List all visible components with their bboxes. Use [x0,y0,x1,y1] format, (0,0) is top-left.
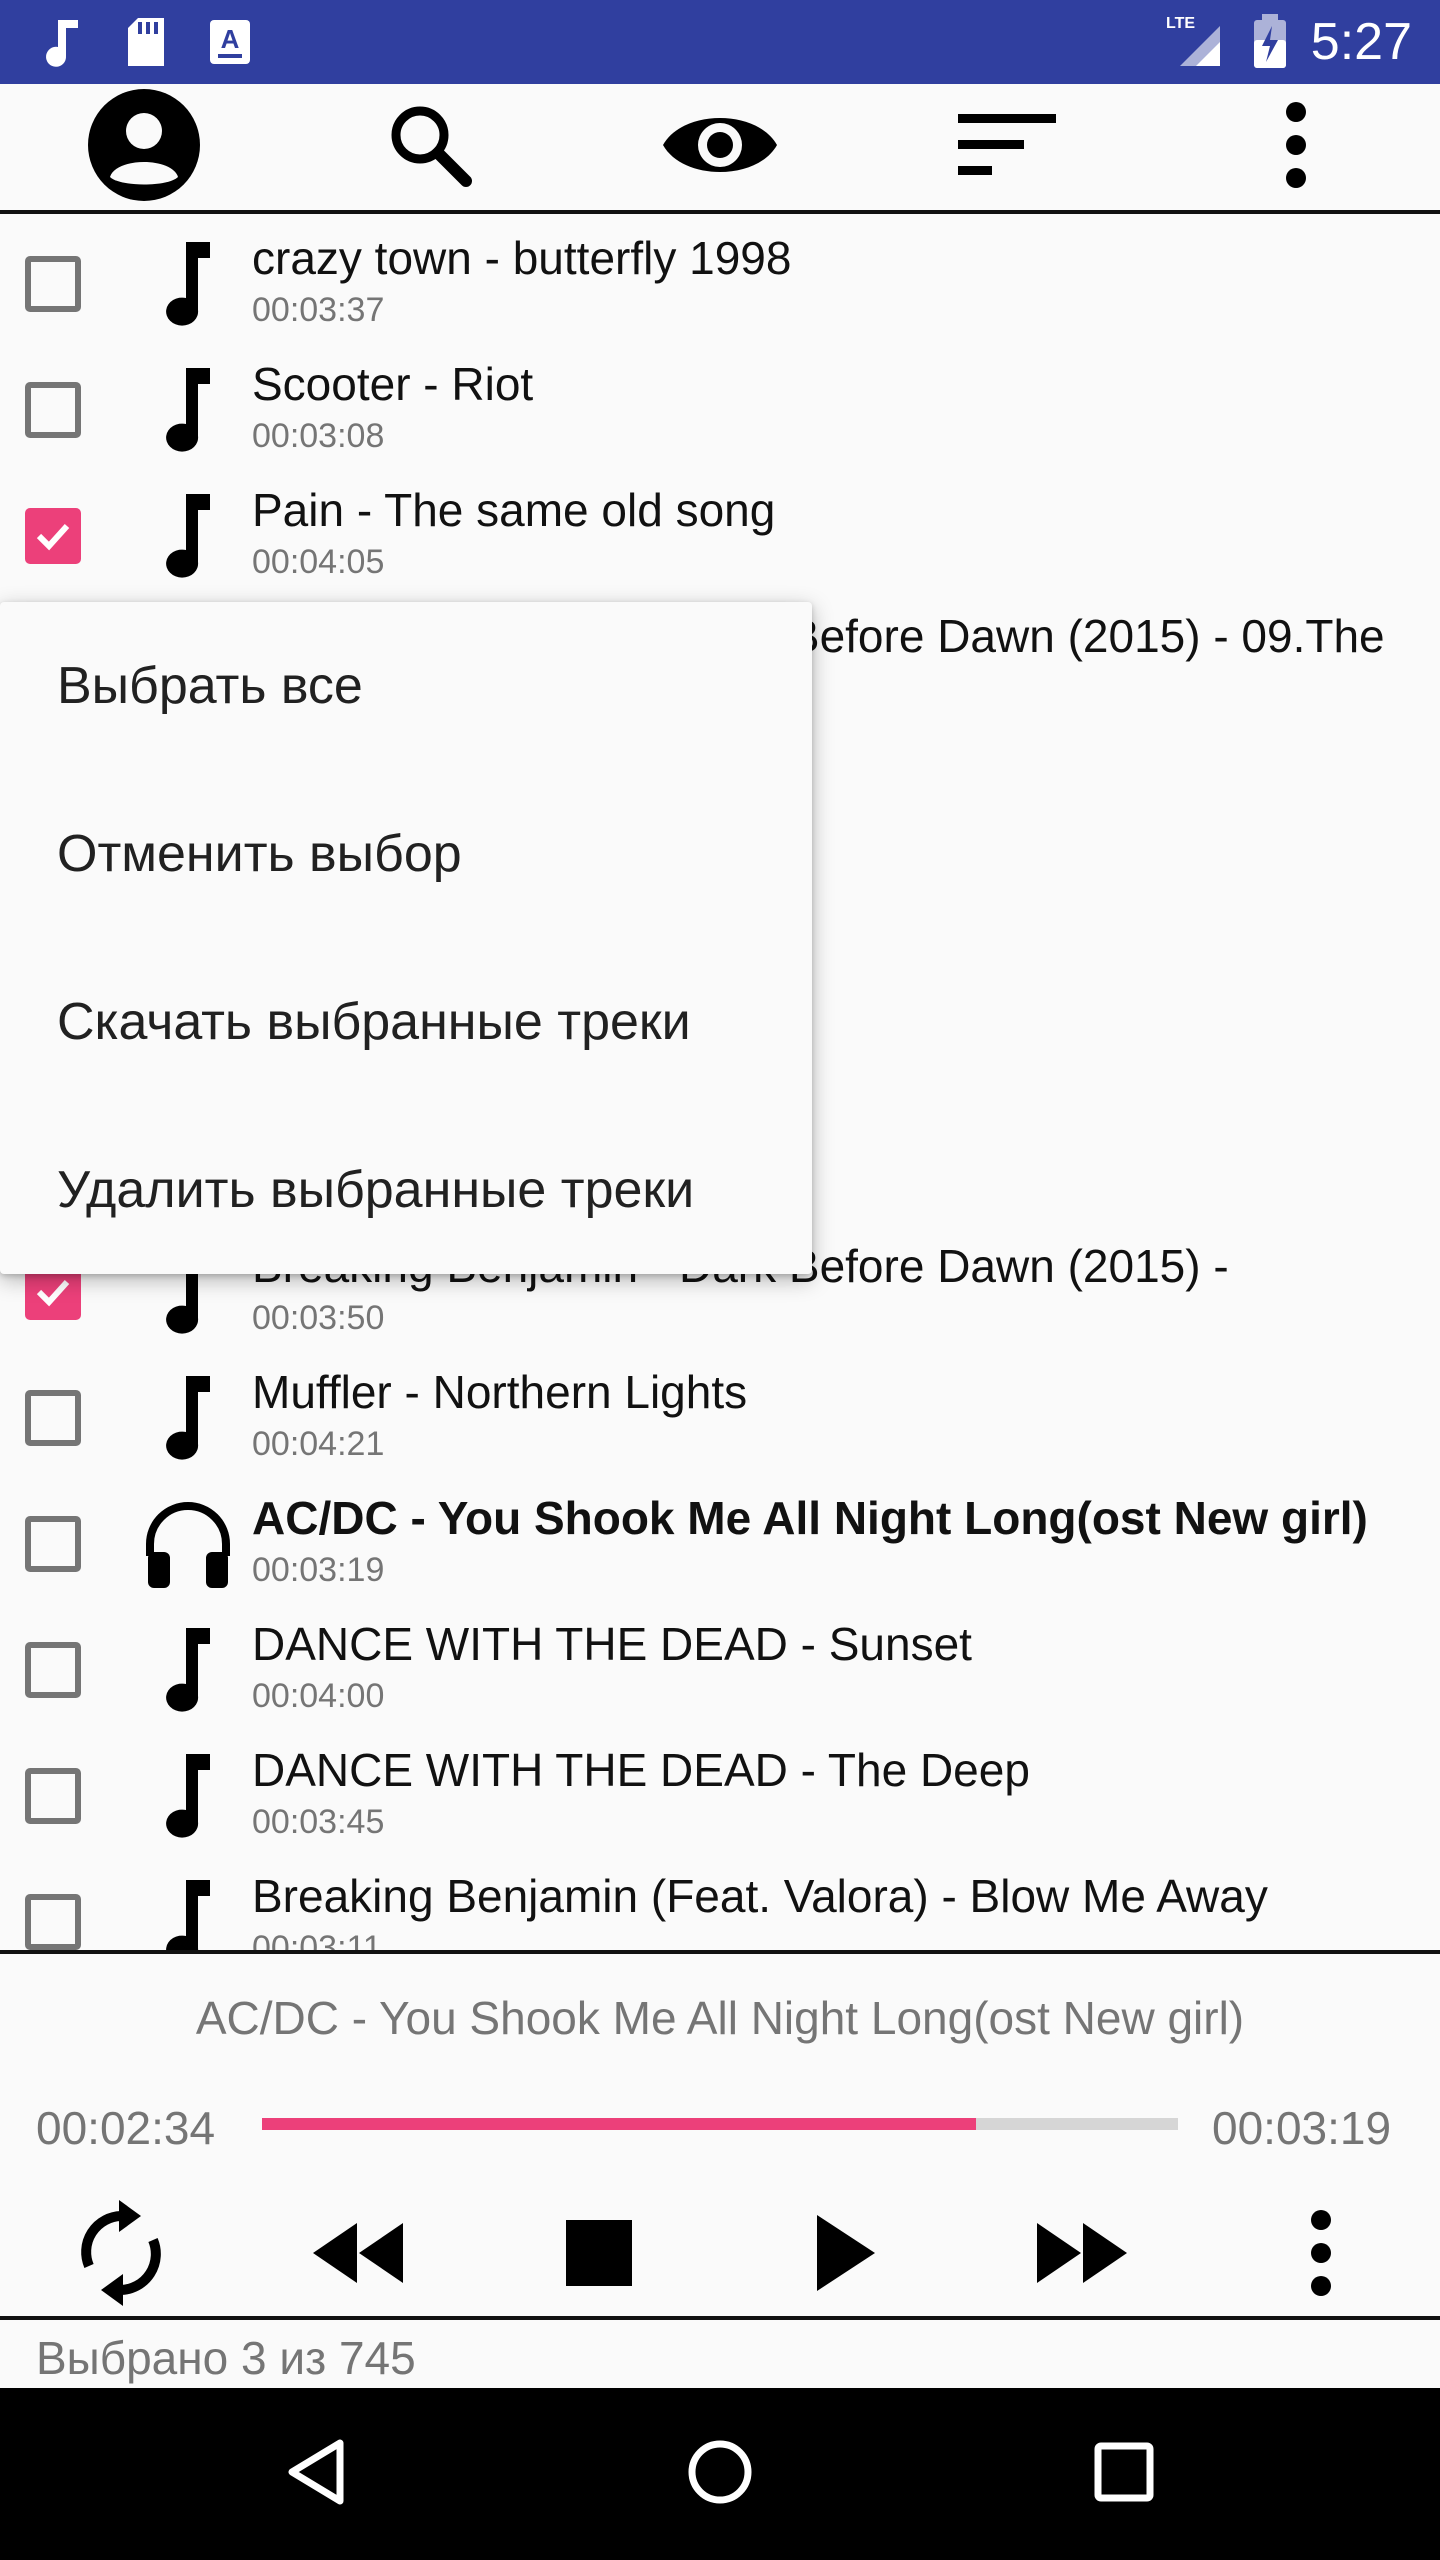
track-checkbox[interactable] [25,1894,81,1950]
track-duration: 00:03:50 [252,1299,385,1337]
more-vert-icon [1308,2209,1334,2302]
menu-item-deselect[interactable]: Отменить выбор [0,770,812,938]
svg-text:LTE: LTE [1166,15,1195,32]
toolbar [0,84,1440,214]
eye-icon [661,107,779,188]
seek-bar-progress [262,2118,977,2130]
visibility-button[interactable] [640,84,800,210]
track-checkbox[interactable] [25,1768,81,1824]
track-checkbox[interactable] [25,256,81,312]
track-duration: 00:04:05 [252,543,385,581]
repeat-button[interactable] [36,2190,206,2320]
music-note-icon [140,1622,236,1718]
track-title: AC/DC - You Shook Me All Night Long(ost … [252,1492,1368,1544]
track-title: Breaking Benjamin (Feat. Valora) - Blow … [252,1870,1268,1922]
back-icon [286,2439,346,2510]
track-row[interactable]: Pain - The same old song 00:04:05 [0,466,1440,592]
track-duration: 00:03:08 [252,417,385,455]
search-icon [382,97,478,198]
music-note-icon [140,362,236,458]
rewind-icon [309,2222,405,2288]
player-panel: AC/DC - You Shook Me All Night Long(ost … [0,1950,1440,2324]
music-note-icon [140,488,236,584]
stop-button[interactable] [514,2190,684,2320]
play-icon [815,2214,875,2296]
total-time: 00:03:19 [1212,2102,1392,2154]
track-row[interactable]: Breaking Benjamin (Feat. Valora) - Blow … [0,1852,1440,1950]
search-button[interactable] [350,84,510,210]
seek-bar[interactable] [262,2118,1178,2130]
sort-button[interactable] [928,84,1088,210]
track-checkbox[interactable] [25,508,81,564]
home-icon [687,2439,753,2510]
selection-popup-menu: Выбрать все Отменить выбор Скачать выбра… [0,602,812,1274]
player-more-button[interactable] [1236,2190,1406,2320]
headphones-icon [140,1496,236,1592]
track-title: crazy town - butterfly 1998 [252,232,792,284]
track-duration: 00:03:11 [252,1929,382,1950]
menu-item-download-selected[interactable]: Скачать выбранные треки [0,938,812,1106]
music-note-icon [140,236,236,332]
now-playing-title: AC/DC - You Shook Me All Night Long(ost … [195,1992,1245,2044]
track-title: Pain - The same old song [252,484,776,536]
track-checkbox[interactable] [25,1516,81,1572]
account-button[interactable] [64,84,224,210]
account-icon [86,87,202,208]
selection-status-bar: Выбрано 3 из 745 [0,2316,1440,2392]
rewind-button[interactable] [272,2190,442,2320]
track-row[interactable]: DANCE WITH THE DEAD - Sunset 00:04:00 [0,1600,1440,1726]
menu-item-delete-selected[interactable]: Удалить выбранные треки [0,1106,812,1274]
sort-icon [958,110,1058,185]
track-title: Scooter - Riot [252,358,534,410]
music-note-icon [140,1748,236,1844]
track-duration: 00:03:45 [252,1803,385,1841]
status-bar: A LTE 5:27 [0,0,1440,84]
more-vert-icon [1281,100,1311,195]
menu-item-select-all[interactable]: Выбрать все [0,602,812,770]
nav-back-button[interactable] [216,2388,416,2560]
track-duration: 00:03:19 [252,1551,385,1589]
music-note-icon [140,1874,236,1950]
svg-text:A: A [221,24,240,54]
battery-icon [1252,12,1288,75]
track-checkbox[interactable] [25,1642,81,1698]
nav-home-button[interactable] [620,2388,820,2560]
system-nav-bar [0,2388,1440,2560]
overflow-menu-button[interactable] [1216,84,1376,210]
track-row[interactable]: crazy town - butterfly 1998 00:03:37 [0,214,1440,340]
recents-icon [1094,2442,1154,2507]
track-row[interactable]: AC/DC - You Shook Me All Night Long(ost … [0,1474,1440,1600]
keyboard-a-icon: A [208,16,252,73]
stop-icon [566,2219,632,2291]
track-row[interactable]: Scooter - Riot 00:03:08 [0,340,1440,466]
track-duration: 00:04:21 [252,1425,385,1463]
track-row[interactable]: Muffler - Northern Lights 00:04:21 [0,1348,1440,1474]
nav-recents-button[interactable] [1024,2388,1224,2560]
track-checkbox[interactable] [25,1390,81,1446]
fast-forward-button[interactable] [998,2190,1168,2320]
track-title: DANCE WITH THE DEAD - Sunset [252,1618,972,1670]
signal-icon: LTE [1166,12,1222,73]
track-checkbox[interactable] [25,382,81,438]
clock: 5:27 [1310,13,1412,71]
sd-card-icon [124,16,168,73]
track-title: Muffler - Northern Lights [252,1366,748,1418]
selection-count: Выбрано 3 из 745 [36,2332,416,2384]
track-duration: 00:03:37 [252,291,385,329]
track-title: DANCE WITH THE DEAD - The Deep [252,1744,1030,1796]
play-button[interactable] [760,2190,930,2320]
music-note-icon [44,16,84,73]
track-row[interactable]: DANCE WITH THE DEAD - The Deep 00:03:45 [0,1726,1440,1852]
fast-forward-icon [1035,2222,1131,2288]
elapsed-time: 00:02:34 [36,2102,216,2154]
repeat-icon [75,2198,167,2313]
music-note-icon [140,1370,236,1466]
track-duration: 00:04:00 [252,1677,385,1715]
